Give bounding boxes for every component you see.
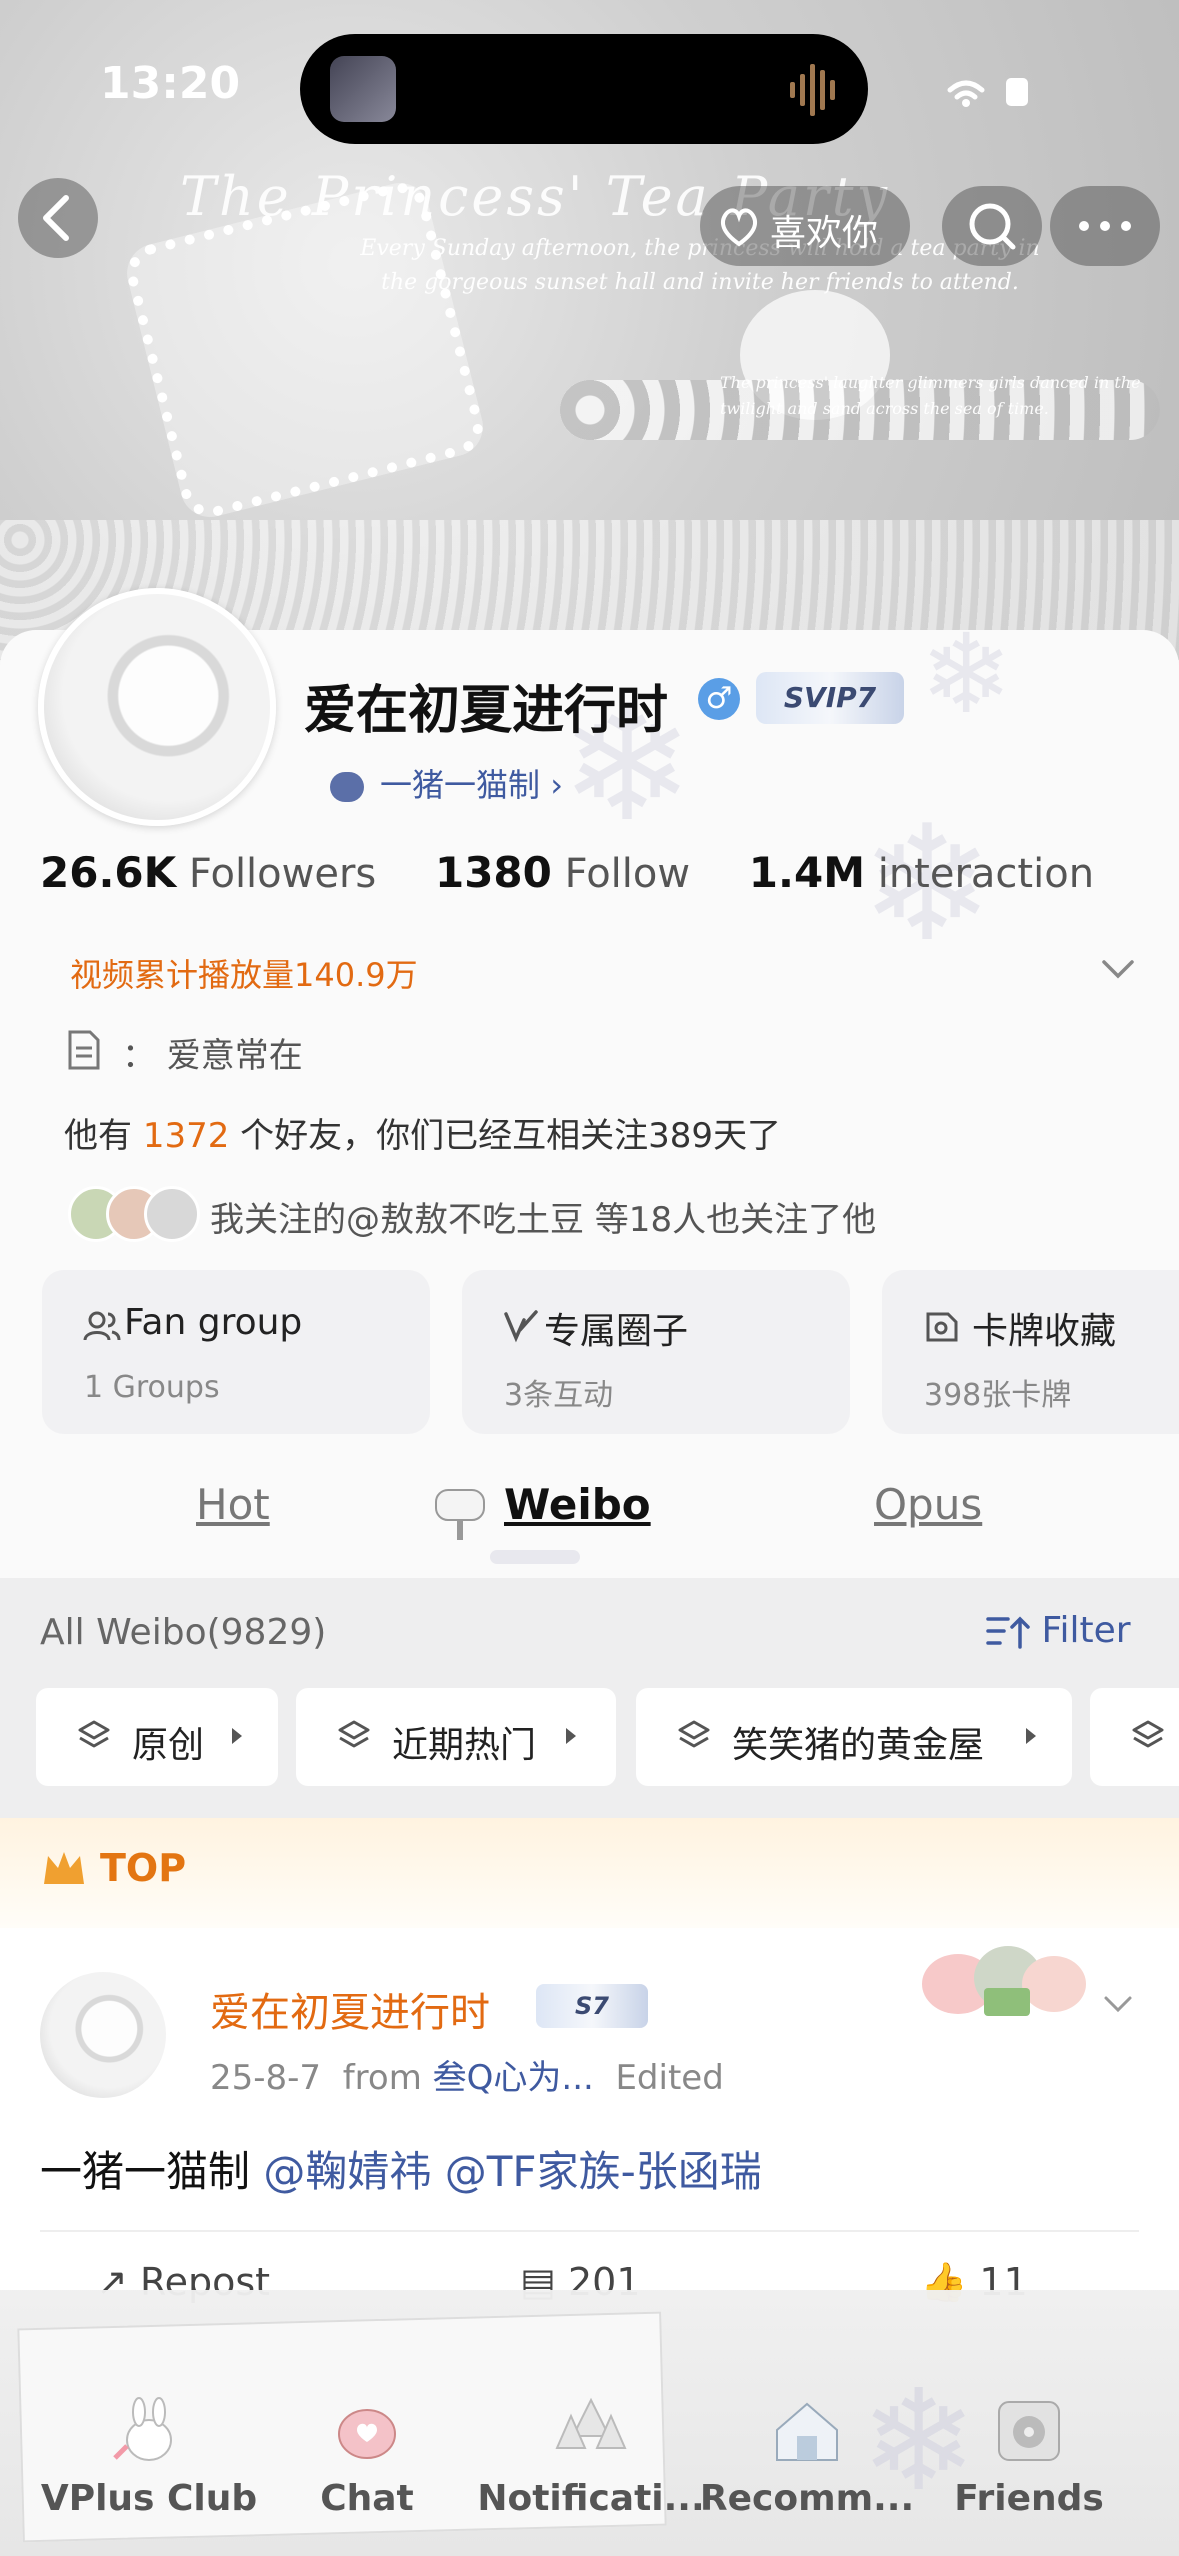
layers-icon <box>78 1720 110 1748</box>
group-link-label: 一猪一猫制 <box>380 766 541 804</box>
caret-right-icon <box>1026 1728 1036 1744</box>
mutual-avatars[interactable] <box>68 1186 208 1242</box>
filter-icon <box>986 1616 1030 1649</box>
all-weibo-count: All Weibo(9829) <box>40 1612 327 1653</box>
post-author-avatar[interactable] <box>40 1972 166 2098</box>
mailbox-icon <box>435 1489 485 1540</box>
audio-wave-icon <box>790 64 835 116</box>
like-you-label: 喜欢你 <box>770 213 879 254</box>
mention-link[interactable]: @TF家族-张函瑞 <box>445 2147 762 2196</box>
svip-badge[interactable]: SVIP7 <box>756 672 904 724</box>
group-link[interactable]: 一猪一猫制 › <box>330 760 563 806</box>
level-badge[interactable]: S7 <box>536 1984 648 2028</box>
chip-recent-hot-label: 近期热门 <box>392 1725 537 1766</box>
caret-right-icon <box>566 1728 576 1744</box>
tab-weibo[interactable]: Weibo <box>504 1480 651 1529</box>
mutual-followers[interactable]: 我关注的@敖敖不吃土豆 等18人也关注了他 <box>210 1192 876 1241</box>
profile-avatar[interactable] <box>38 588 276 826</box>
trees-icon <box>555 2397 627 2449</box>
avatar <box>144 1186 200 1242</box>
exclusive-circle-title: 专属圈子 <box>544 1311 689 1352</box>
fan-group-title: Fan group <box>124 1302 303 1343</box>
nav-vplus-club[interactable]: VPlus Club <box>34 2396 264 2519</box>
post-text: 一猪一猫制 @鞠婧祎 @TF家族-张函瑞 <box>40 2147 762 2196</box>
search-button[interactable] <box>942 186 1042 266</box>
house-icon <box>776 2402 838 2461</box>
chip-golden-house-label: 笑笑猪的黄金屋 <box>732 1725 985 1766</box>
chip-golden-house[interactable]: 笑笑猪的黄金屋 <box>636 1688 1072 1786</box>
nav-notifications[interactable]: Notificati... <box>476 2396 706 2519</box>
caret-right-icon <box>232 1728 242 1744</box>
people-icon <box>83 1311 121 1341</box>
chip-original-label: 原创 <box>132 1725 205 1766</box>
tab-indicator <box>490 1550 580 1564</box>
chat-cake-icon <box>338 2409 396 2459</box>
filter-button[interactable]: Filter <box>986 1610 1131 1651</box>
post-source[interactable]: 叁Q心为... <box>433 2058 594 2098</box>
nav-chat[interactable]: Chat <box>252 2396 482 2519</box>
battery-icon <box>1006 78 1028 106</box>
post-edited: Edited <box>615 2058 724 2098</box>
chevron-right-icon: › <box>550 766 563 804</box>
fan-group-tile[interactable]: Fan group 1 Groups <box>42 1270 430 1434</box>
post-date: 25-8-7 <box>210 2058 322 2098</box>
status-time: 13:20 <box>100 58 241 109</box>
interaction-stat[interactable]: 1.4M interaction <box>749 848 1140 897</box>
layers-icon <box>678 1720 710 1748</box>
heart-hand-icon <box>720 208 758 247</box>
snowflake-decoration: ❄ <box>920 610 1013 738</box>
fan-group-sub: 1 Groups <box>84 1370 220 1405</box>
nav-friends[interactable]: Friends <box>914 2396 1144 2519</box>
exclusive-circle-tile[interactable]: 专属圈子 3条互动 <box>462 1270 850 1434</box>
video-play-count: 视频累计播放量140.9万 <box>70 956 418 994</box>
back-button[interactable] <box>18 178 98 258</box>
top-label: TOP <box>100 1846 187 1890</box>
profile-stats: 26.6K Followers 1380 Follow 1.4M interac… <box>40 848 1140 897</box>
post-meta: 25-8-7 from 叁Q心为... Edited <box>210 2058 724 2098</box>
profile-name: 爱在初夏进行时 <box>304 681 669 741</box>
card-collection-title: 卡牌收藏 <box>972 1311 1117 1352</box>
friends-summary: 他有 1372 个好友，你们已经互相关注389天了 <box>64 1116 782 1156</box>
chevron-down-icon[interactable] <box>1098 948 1138 988</box>
search-icon <box>969 203 1016 250</box>
male-gender-icon: ♂ <box>698 678 740 720</box>
mention-link[interactable]: @鞠婧祎 <box>263 2147 431 2196</box>
crown-icon <box>44 1852 84 1884</box>
chip-more[interactable] <box>1090 1688 1179 1786</box>
chip-recent-hot[interactable]: 近期热门 <box>296 1688 616 1786</box>
tab-hot[interactable]: Hot <box>196 1480 270 1529</box>
post-divider <box>40 2230 1139 2232</box>
chevron-left-icon <box>43 195 69 241</box>
card-collection-sub: 398张卡牌 <box>924 1378 1072 1413</box>
record-player-icon <box>998 2401 1060 2461</box>
followers-stat[interactable]: 26.6K Followers <box>40 848 422 897</box>
like-you-button[interactable]: 喜欢你 <box>700 186 910 266</box>
wifi-icon <box>947 80 985 100</box>
tab-opus[interactable]: Opus <box>874 1480 982 1529</box>
circle-check-icon <box>504 1310 538 1343</box>
layers-icon <box>1132 1720 1164 1748</box>
card-collection-tile[interactable]: 卡牌收藏 398张卡牌 <box>882 1270 1179 1434</box>
banner-subtitle-2: The princess' laughter glimmers girls da… <box>720 373 1141 418</box>
nav-recommend[interactable]: Recomm... <box>692 2396 922 2519</box>
more-button[interactable] <box>1050 186 1160 266</box>
layers-icon <box>338 1720 370 1748</box>
document-icon <box>68 1030 100 1070</box>
post-author-name[interactable]: 爱在初夏进行时 <box>210 1980 490 2038</box>
pigs-sticker-icon <box>922 1946 1086 2016</box>
banner-frame-decoration <box>120 176 490 524</box>
card-icon <box>926 1312 958 1342</box>
post-options-chevron-icon[interactable] <box>1100 1986 1136 2022</box>
status-icons <box>947 78 1028 107</box>
follow-stat[interactable]: 1380 Follow <box>435 848 736 897</box>
bunny-icon <box>113 2397 172 2461</box>
chip-original[interactable]: 原创 <box>36 1688 278 1786</box>
exclusive-circle-sub: 3条互动 <box>504 1378 614 1413</box>
friends-count[interactable]: 1372 <box>143 1116 230 1156</box>
now-playing-thumbnail <box>330 56 396 122</box>
filter-label: Filter <box>1041 1610 1131 1651</box>
more-dots-icon <box>1079 221 1131 231</box>
chat-bubble-icon <box>330 772 364 802</box>
profile-bio: ： 爱意常在 <box>122 1036 303 1076</box>
